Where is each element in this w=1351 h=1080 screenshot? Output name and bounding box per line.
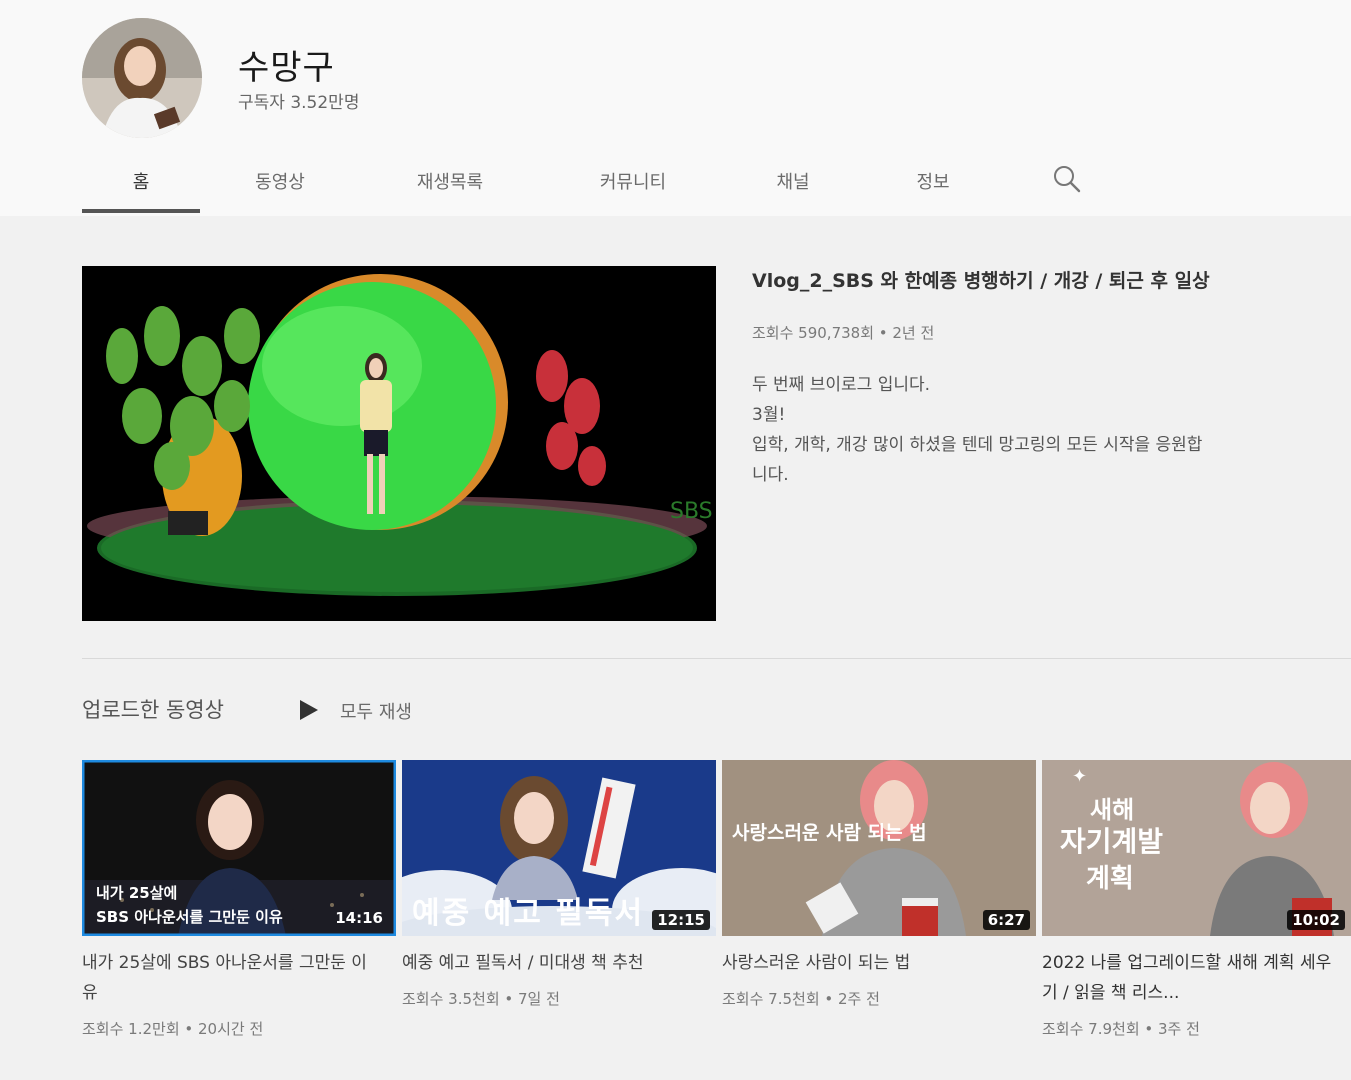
video-duration: 6:27 — [982, 910, 1030, 930]
uploads-section-title[interactable]: 업로드한 동영상 — [82, 694, 224, 724]
svg-text:SBS: SBS — [670, 499, 713, 524]
video-thumbnail[interactable]: ✦ 새해 자기계발 계획 10:02 — [1042, 760, 1351, 936]
thumbnail-caption: 계획 — [1086, 864, 1134, 894]
thumbnail-caption: 예중 예고 필독서 — [412, 896, 645, 931]
video-card[interactable]: 내가 25살에 SBS 아나운서를 그만둔 이유 14:16 내가 25살에 S… — [82, 760, 396, 1039]
video-thumbnail[interactable]: 예중 예고 필독서 12:15 — [402, 760, 716, 936]
video-duration: 10:02 — [1287, 910, 1345, 930]
description-line: 두 번째 브이로그 입니다. — [752, 375, 931, 395]
thumbnail-caption: SBS 아나운서를 그만둔 이유 — [96, 908, 283, 926]
featured-video-title[interactable]: Vlog_2_SBS 와 한예종 병행하기 / 개강 / 퇴근 후 일상 — [752, 266, 1210, 293]
tab-playlists[interactable]: 재생목록 — [400, 168, 500, 194]
video-title[interactable]: 예중 예고 필독서 / 미대생 책 추천 — [402, 948, 702, 978]
section-divider — [82, 658, 1351, 659]
video-title[interactable]: 2022 나를 업그레이드할 새해 계획 세우기 / 읽을 책 리스... — [1042, 948, 1342, 1008]
video-card[interactable]: 예중 예고 필독서 12:15 예중 예고 필독서 / 미대생 책 추천 조회수… — [402, 760, 716, 1009]
video-duration: 14:16 — [335, 909, 383, 927]
play-icon — [300, 700, 318, 720]
tab-home[interactable]: 홈 — [118, 168, 164, 194]
video-meta: 조회수 1.2만회 • 20시간 전 — [82, 1020, 264, 1038]
description-line: 입학, 개학, 개강 많이 하셨을 텐데 망고링의 모든 시작을 응원합 — [752, 435, 1203, 455]
channel-header: 수망구 구독자 3.52만명 홈 동영상 재생목록 커뮤니티 채널 정보 — [0, 0, 1351, 216]
thumbnail-caption: 내가 25살에 — [96, 884, 178, 902]
channel-avatar[interactable] — [82, 18, 202, 138]
video-thumbnail[interactable]: 내가 25살에 SBS 아나운서를 그만둔 이유 14:16 — [82, 760, 396, 936]
video-title[interactable]: 사랑스러운 사람이 되는 법 — [722, 948, 1022, 978]
description-line: 니다. — [752, 465, 789, 485]
description-line: 3월! — [752, 405, 786, 425]
subscriber-count: 구독자 3.52만명 — [238, 93, 360, 113]
video-meta: 조회수 7.5천회 • 2주 전 — [722, 990, 880, 1008]
search-icon[interactable] — [1052, 164, 1082, 194]
video-meta: 조회수 7.9천회 • 3주 전 — [1042, 1020, 1200, 1038]
video-card[interactable]: 사랑스러운 사람 되는 법 6:27 사랑스러운 사람이 되는 법 조회수 7.… — [722, 760, 1036, 1009]
tab-channels[interactable]: 채널 — [760, 168, 826, 194]
svg-text:✦: ✦ — [1072, 766, 1087, 787]
tab-community[interactable]: 커뮤니티 — [580, 168, 686, 194]
thumbnail-caption: 자기계발 — [1060, 825, 1164, 858]
video-thumbnail[interactable]: 사랑스러운 사람 되는 법 6:27 — [722, 760, 1036, 936]
featured-video-description: 두 번째 브이로그 입니다. 3월! 입학, 개학, 개강 많이 하셨을 텐데 … — [752, 370, 1342, 490]
video-card[interactable]: ✦ 새해 자기계발 계획 10:02 2022 나를 업그레이드할 새해 계획 … — [1042, 760, 1351, 1039]
video-meta: 조회수 3.5천회 • 7일 전 — [402, 990, 560, 1008]
tab-about[interactable]: 정보 — [900, 168, 966, 194]
tab-videos[interactable]: 동영상 — [230, 168, 330, 194]
active-tab-indicator — [82, 209, 200, 213]
video-duration: 12:15 — [652, 910, 710, 930]
featured-video-meta: 조회수 590,738회 • 2년 전 — [752, 324, 935, 342]
video-title[interactable]: 내가 25살에 SBS 아나운서를 그만둔 이유 — [82, 948, 382, 1008]
thumbnail-caption: 사랑스러운 사람 되는 법 — [732, 822, 927, 844]
play-all-label: 모두 재생 — [340, 702, 412, 723]
channel-name: 수망구 — [238, 48, 335, 88]
featured-video-thumbnail[interactable]: SBS — [82, 266, 716, 621]
